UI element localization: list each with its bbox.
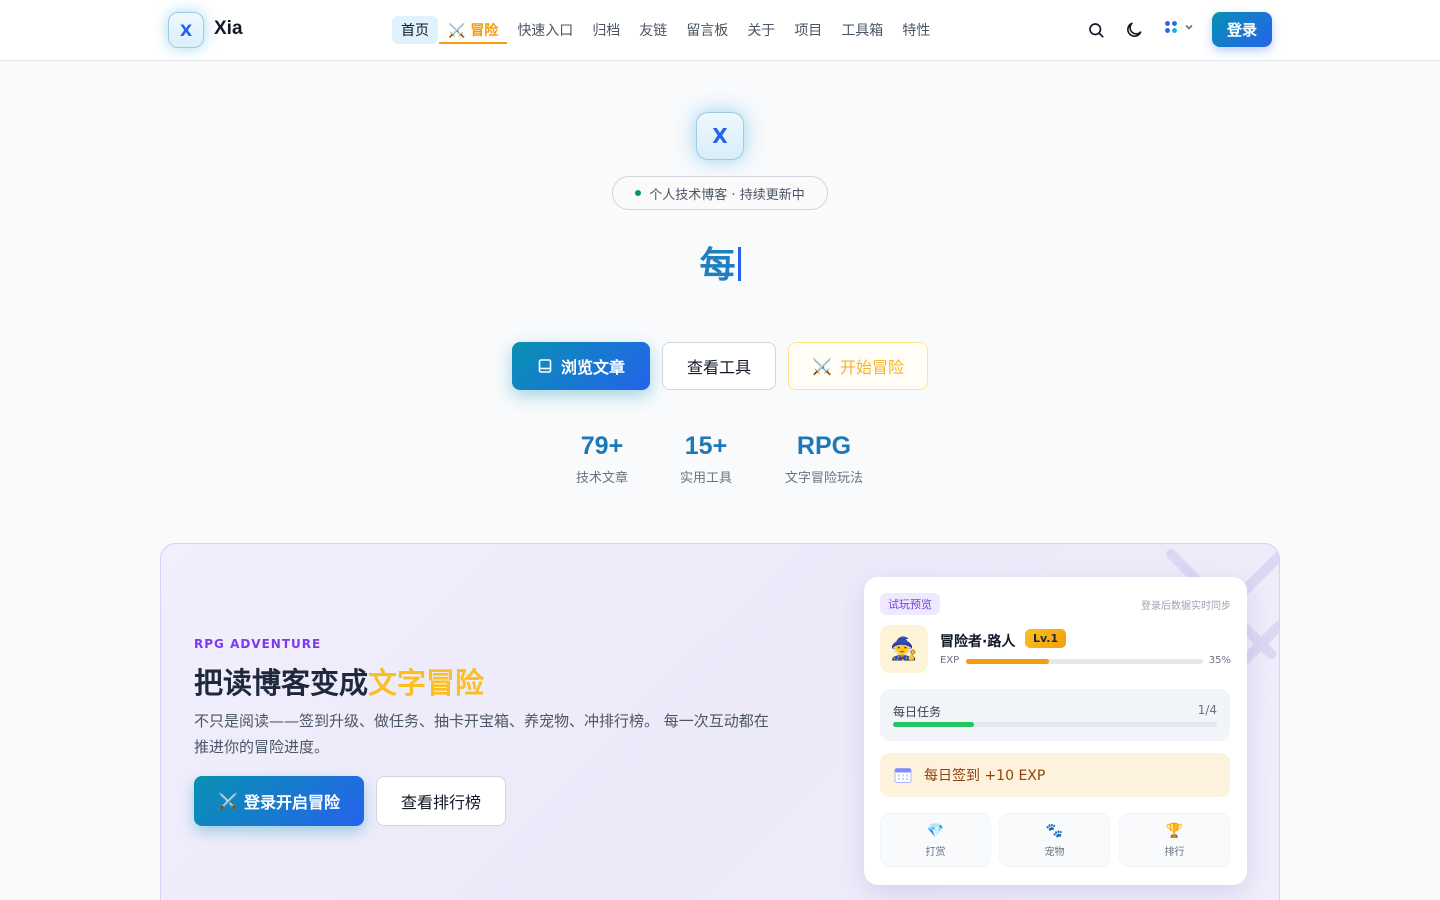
tagline-pill: 个人技术博客 · 持续更新中 <box>612 176 828 210</box>
exp-progress-bar <box>966 659 1203 664</box>
stat-value: 15+ <box>684 432 728 460</box>
stat-label: 技术文章 <box>575 471 628 486</box>
login-start-adventure-label: 登录开启冒险 <box>243 793 340 812</box>
main-nav: 首页 ⚔️ 冒险 快速入口 归档 友链 留言板 关于 项目 工具箱 特性 <box>392 16 940 44</box>
typing-text: 每 <box>699 245 736 286</box>
rpg-preview-card: 试玩预览 登录后数据实时同步 🧙 冒险者·路人 Lv.1 EXP 35% 每日任… <box>864 577 1247 885</box>
tagline-text: 个人技术博客 · 持续更新中 <box>649 187 805 203</box>
gem-icon: 💎 <box>926 822 945 839</box>
paw-icon: 🐾 <box>1045 822 1064 839</box>
daily-checkin-button[interactable]: 每日签到 +10 EXP <box>880 753 1230 797</box>
rpg-title-plain: 把读博客变成 <box>194 666 369 700</box>
status-dot-icon <box>635 190 642 196</box>
nav-item-guestbook[interactable]: 留言板 <box>677 16 737 44</box>
nav-item-home[interactable]: 首页 <box>392 16 438 44</box>
adventurer-avatar-icon: 🧙 <box>880 625 928 673</box>
daily-task-label: 每日任务 <box>893 705 942 719</box>
nav-item-about[interactable]: 关于 <box>738 16 784 44</box>
nav-item-quick-entry[interactable]: 快速入口 <box>508 16 582 44</box>
tile-tip[interactable]: 💎 打赏 <box>880 813 991 867</box>
book-icon <box>538 359 552 373</box>
login-button[interactable]: 登录 <box>1212 12 1272 47</box>
daily-task-count: 1/4 <box>1197 703 1217 717</box>
stat-value: 79+ <box>580 432 624 460</box>
crossed-swords-icon: ⚔️ <box>218 791 238 811</box>
rpg-adventure-section: RPG ADVENTURE 把读博客变成文字冒险 不只是阅读——签到升级、做任务… <box>160 543 1280 900</box>
nav-item-toolbox[interactable]: 工具箱 <box>832 16 892 44</box>
search-icon[interactable] <box>1084 18 1108 42</box>
level-badge: Lv.1 <box>1025 629 1067 648</box>
view-leaderboard-button[interactable]: 查看排行榜 <box>376 776 506 826</box>
nav-item-adventure-label: 冒险 <box>470 23 499 39</box>
nav-item-adventure[interactable]: ⚔️ 冒险 <box>439 16 508 44</box>
stat-tools: 15+ 实用工具 <box>676 432 736 486</box>
tile-leaderboard[interactable]: 🏆 排行 <box>1119 813 1230 867</box>
daily-checkin-label: 每日签到 +10 EXP <box>924 768 1046 784</box>
trial-preview-badge: 试玩预览 <box>880 593 940 615</box>
exp-label: EXP <box>940 655 960 666</box>
site-brand-name[interactable]: Xia <box>214 18 243 40</box>
stat-rpg: RPG 文字冒险玩法 <box>780 432 868 486</box>
calendar-icon <box>894 768 912 783</box>
site-logo[interactable]: X <box>168 12 204 48</box>
stat-label: 文字冒险玩法 <box>784 471 863 486</box>
tile-leaderboard-label: 排行 <box>1164 846 1185 858</box>
browse-articles-label: 浏览文章 <box>560 358 625 377</box>
rpg-title: 把读博客变成文字冒险 <box>194 660 484 702</box>
typing-headline: 每 <box>0 236 1440 288</box>
start-adventure-label: 开始冒险 <box>839 358 904 377</box>
chevron-down-icon <box>1185 24 1193 30</box>
daily-task-progress-fill <box>893 722 974 727</box>
exp-percent: 35% <box>1208 655 1231 666</box>
rpg-title-highlight: 文字冒险 <box>368 666 485 700</box>
nav-item-archive[interactable]: 归档 <box>583 16 629 44</box>
exp-progress-fill <box>966 659 1049 664</box>
apps-menu[interactable] <box>1164 20 1194 34</box>
adventurer-name: 冒险者·路人 <box>940 634 1016 650</box>
sync-note: 登录后数据实时同步 <box>1141 601 1231 612</box>
start-adventure-button[interactable]: ⚔️ 开始冒险 <box>788 342 928 390</box>
moon-icon[interactable] <box>1122 18 1146 42</box>
browse-articles-button[interactable]: 浏览文章 <box>512 342 650 390</box>
stat-value: RPG <box>796 432 852 460</box>
hero-logo: X <box>696 112 744 160</box>
rpg-description: 不只是阅读——签到升级、做任务、抽卡开宝箱、养宠物、冲排行榜。 每一次互动都在推… <box>194 712 769 756</box>
stat-label: 实用工具 <box>679 471 732 486</box>
crossed-swords-icon: ⚔️ <box>812 356 832 376</box>
daily-task-progress-bar <box>893 722 1217 727</box>
stat-articles: 79+ 技术文章 <box>572 432 632 486</box>
login-start-adventure-button[interactable]: ⚔️ 登录开启冒险 <box>194 776 364 826</box>
nav-item-features[interactable]: 特性 <box>893 16 939 44</box>
nav-item-friend-links[interactable]: 友链 <box>630 16 676 44</box>
tile-pet[interactable]: 🐾 宠物 <box>999 813 1110 867</box>
daily-task-panel[interactable]: 每日任务 1/4 <box>880 689 1230 741</box>
trophy-icon: 🏆 <box>1165 822 1184 839</box>
typing-caret <box>737 247 741 281</box>
tile-tip-label: 打赏 <box>925 846 946 858</box>
crossed-swords-icon: ⚔️ <box>448 23 466 39</box>
nav-item-projects[interactable]: 项目 <box>785 16 831 44</box>
rpg-kicker: RPG ADVENTURE <box>194 637 322 651</box>
view-tools-button[interactable]: 查看工具 <box>662 342 776 390</box>
apps-grid-icon <box>1165 21 1177 33</box>
tile-pet-label: 宠物 <box>1044 846 1065 858</box>
top-header: X Xia 首页 ⚔️ 冒险 快速入口 归档 友链 留言板 关于 项目 工具箱 … <box>0 0 1440 61</box>
